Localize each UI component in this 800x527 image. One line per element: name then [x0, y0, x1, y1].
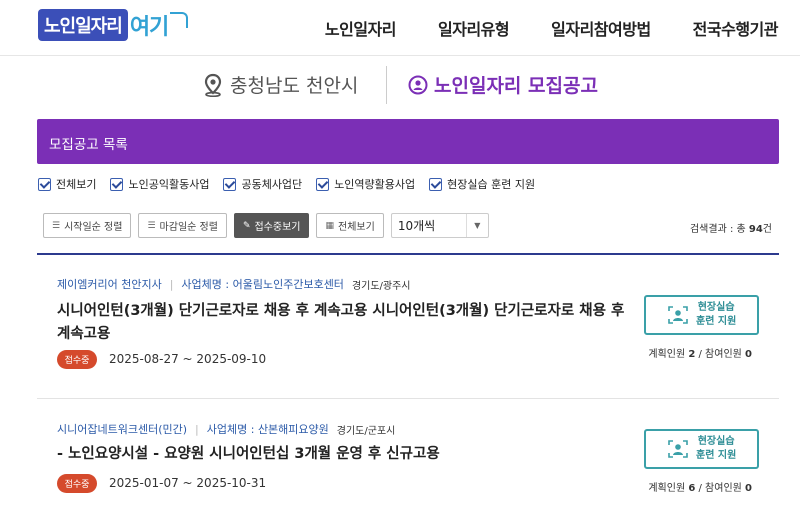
- filter-capability[interactable]: 노인역량활용사업: [316, 176, 415, 192]
- section-title-text: 노인일자리 모집공고: [434, 75, 598, 97]
- item-org: 시니어잡네트워크센터(민간): [57, 423, 188, 436]
- item-company: 사업체명 : 산본해피요양원: [206, 423, 329, 436]
- list-item[interactable]: 시니어잡네트워크센터(민간) | 사업체명 : 산본해피요양원 경기도/군포시 …: [37, 399, 779, 527]
- filter-checkboxes: 전체보기 노인공익활동사업 공동체사업단 노인역량활용사업 현장실습 훈련 지원: [38, 176, 549, 192]
- list-icon: ☰: [147, 220, 156, 231]
- location-pin-icon: [204, 73, 222, 97]
- checkbox-checked-icon[interactable]: [110, 177, 124, 191]
- item-org: 제이엠커리어 천안지사: [57, 278, 162, 291]
- support-button-label: 현장실습 훈련 지원: [696, 302, 737, 327]
- region-name: 충청남도 천안시: [230, 75, 359, 97]
- sort-end-button[interactable]: ☰ 마감일순 정렬: [138, 213, 227, 238]
- checkbox-checked-icon[interactable]: [429, 177, 443, 191]
- field-training-support-button[interactable]: 현장실습 훈련 지원: [644, 295, 759, 335]
- show-open-button[interactable]: ✎ 접수중보기: [233, 213, 310, 238]
- nav-item-how-to-join[interactable]: 일자리참여방법: [551, 16, 651, 40]
- main-nav: 노인일자리 일자리유형 일자리참여방법 전국수행기관: [283, 16, 779, 40]
- section-title: 노인일자리 모집공고: [408, 71, 598, 98]
- logo-mark-icon: [170, 12, 189, 28]
- filter-all[interactable]: 전체보기: [38, 176, 96, 192]
- page-size-value: 10개씩: [397, 219, 436, 233]
- nav-item-job-types[interactable]: 일자리유형: [438, 16, 510, 40]
- search-result-count: 검색결과 : 총 94건: [689, 224, 772, 235]
- list-top-border: [37, 253, 779, 255]
- filter-community[interactable]: 공동체사업단: [223, 176, 302, 192]
- list-item[interactable]: 제이엠커리어 천안지사 | 사업체명 : 어울림노인주간보호센터 경기도/광주시…: [37, 256, 779, 398]
- item-title[interactable]: 시니어인턴(3개월) 단기근로자로 채용 후 계속고용 시니어인턴(3개월) 단…: [57, 300, 637, 346]
- item-period: 2025-01-07 ~ 2025-10-31: [109, 476, 267, 490]
- person-circle-icon: [408, 75, 428, 94]
- item-title[interactable]: - 노인요양시설 - 요양원 시니어인턴십 3개월 운영 후 신규고용: [57, 443, 637, 466]
- item-meta: 제이엠커리어 천안지사 | 사업체명 : 어울림노인주간보호센터 경기도/광주시: [57, 276, 411, 292]
- divider: [386, 66, 387, 104]
- list-title-bar: 모집공고 목록: [37, 119, 779, 164]
- nav-item-senior-jobs[interactable]: 노인일자리: [325, 16, 397, 40]
- item-location: 경기도/군포시: [336, 425, 396, 437]
- caret-down-icon: ▼: [465, 214, 488, 237]
- person-frame-icon: [668, 440, 688, 458]
- person-frame-icon: [668, 306, 688, 324]
- field-training-support-button[interactable]: 현장실습 훈련 지원: [644, 429, 759, 469]
- item-location: 경기도/광주시: [351, 280, 411, 292]
- item-headcount: 계획인원 2 / 참여인원 0: [648, 349, 752, 360]
- item-meta: 시니어잡네트워크센터(민간) | 사업체명 : 산본해피요양원 경기도/군포시: [57, 421, 395, 437]
- status-badge: 접수중: [57, 474, 97, 493]
- item-company: 사업체명 : 어울림노인주간보호센터: [181, 278, 344, 291]
- region-selector[interactable]: 충청남도 천안시: [202, 71, 358, 98]
- meta-divider: |: [195, 422, 199, 436]
- list-icon: ☰: [52, 220, 61, 231]
- support-button-label: 현장실습 훈련 지원: [696, 436, 737, 461]
- sort-start-button[interactable]: ☰ 시작일순 정렬: [43, 213, 132, 238]
- filter-field-training[interactable]: 현장실습 훈련 지원: [429, 176, 535, 192]
- logo-main-text: 노인일자리: [38, 9, 128, 41]
- checkbox-checked-icon[interactable]: [38, 177, 51, 191]
- item-headcount: 계획인원 6 / 참여인원 0: [648, 483, 752, 494]
- site-logo[interactable]: 노인일자리 여기: [38, 9, 189, 41]
- total-count: 94: [748, 224, 763, 235]
- logo-sub-text: 여기: [129, 15, 169, 40]
- checkbox-checked-icon[interactable]: [223, 177, 237, 191]
- meta-divider: |: [169, 277, 174, 291]
- status-badge: 접수중: [57, 350, 97, 369]
- item-period: 2025-08-27 ~ 2025-09-10: [109, 352, 267, 366]
- list-toolbar: ☰ 시작일순 정렬 ☰ 마감일순 정렬 ✎ 접수중보기 ▦ 전체보기 10개씩 ▼: [43, 213, 489, 238]
- show-all-button[interactable]: ▦ 전체보기: [316, 213, 384, 238]
- filter-public-service[interactable]: 노인공익활동사업: [110, 176, 209, 192]
- site-header: 노인일자리 여기 노인일자리 일자리유형 일자리참여방법 전국수행기관: [0, 0, 800, 56]
- grid-icon: ▦: [325, 220, 334, 231]
- list-title: 모집공고 목록: [49, 137, 128, 153]
- region-bar: 충청남도 천안시 노인일자리 모집공고: [0, 57, 800, 117]
- checkbox-checked-icon[interactable]: [316, 177, 330, 191]
- page-size-select[interactable]: 10개씩 ▼: [390, 213, 489, 238]
- pencil-icon: ✎: [242, 220, 251, 231]
- nav-item-agencies[interactable]: 전국수행기관: [693, 16, 779, 40]
